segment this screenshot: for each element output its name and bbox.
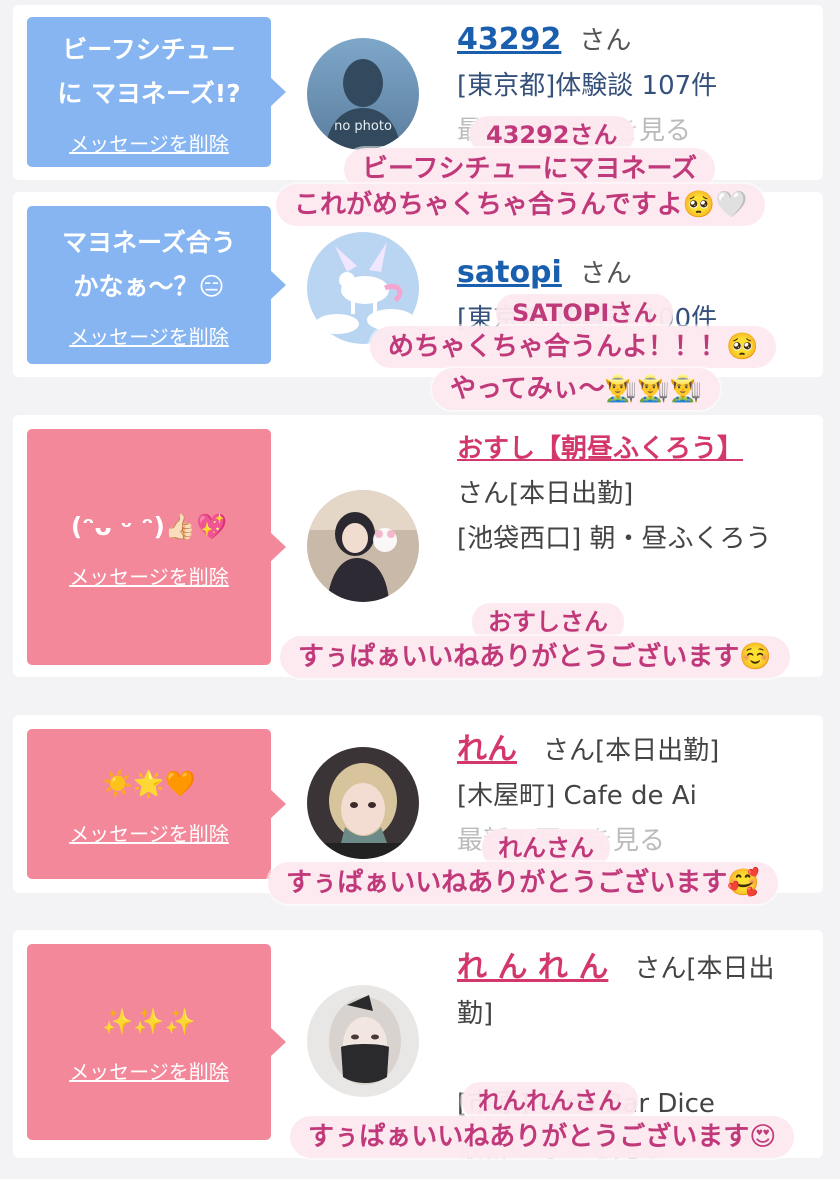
overlay-caption-sticker: これがめちゃくちゃ合うんですよ🥺🤍 [276,184,766,226]
overlay-caption-sticker: やってみぃ〜👨‍🌾👨‍🌾👨‍🌾 [432,368,720,410]
delete-message-link[interactable]: メッセージを削除 [69,561,229,590]
overlay-caption-sticker: すぅぱぁいいねありがとうございます☺️ [280,636,790,678]
svg-text:no photo: no photo [334,119,392,134]
message-text: (ᵔᴗ ᵕ ᵔ)👍🏻💖 [70,511,228,541]
username-link[interactable]: satopi [457,255,562,290]
user-info: おすし【朝昼ふくろう】 さん[本日出勤] [池袋西口] 朝・昼ふくろう [457,427,803,562]
message-text: ビーフシチューに マヨネーズ!? [57,34,241,108]
delete-message-link[interactable]: メッセージを削除 [69,1056,229,1085]
overlay-caption-sticker: めちゃくちゃ合うんよ！！！🥺 [370,326,777,368]
delete-message-link[interactable]: メッセージを削除 [69,818,229,847]
message-bubble: ✨✨✨ メッセージを削除 [27,944,271,1140]
user-detail: [木屋町] Cafe de Ai [457,781,697,811]
message-bubble: (ᵔᴗ ᵕ ᵔ)👍🏻💖 メッセージを削除 [27,429,271,665]
profile-photo-icon [307,985,419,1097]
message-text: マヨネーズ合うかなぁ〜？😑 [62,227,236,301]
overlay-caption-sticker: すぅぱぁいいねありがとうございます😍 [290,1116,795,1158]
profile-photo-icon [307,490,419,602]
overlay-name-sticker: れんれんさん [462,1082,638,1120]
message-bubble: ビーフシチューに マヨネーズ!? メッセージを削除 [27,17,271,167]
user-status: さん[本日出勤] [457,479,634,509]
username-link[interactable]: 43292 [457,22,561,57]
message-text: ☀️🌟🧡 [102,768,196,798]
message-bubble: マヨネーズ合うかなぁ〜？😑 メッセージを削除 [27,206,271,364]
profile-photo-icon [307,747,419,859]
overlay-caption-sticker: すぅぱぁいいねありがとうございます🥰 [268,862,778,904]
delete-message-link[interactable]: メッセージを削除 [69,128,229,157]
user-detail: [東京都]体験談 107件 [457,71,718,101]
user-status: さん[本日出勤] [543,736,720,766]
avatar[interactable] [307,490,419,602]
no-photo-avatar-icon: no photo [307,38,419,150]
avatar[interactable] [307,985,419,1097]
message-bubble: ☀️🌟🧡 メッセージを削除 [27,729,271,879]
username-link[interactable]: れん [457,732,517,767]
message-text: ✨✨✨ [102,1006,196,1036]
username-link[interactable]: おすし【朝昼ふくろう】 [457,434,743,464]
avatar[interactable]: no photo [307,38,419,150]
delete-message-link[interactable]: メッセージを削除 [69,321,229,350]
user-detail: [池袋西口] 朝・昼ふくろう [457,524,772,554]
honorific: さん [579,26,632,56]
honorific: さん [579,259,632,289]
avatar[interactable] [307,747,419,859]
username-link[interactable]: れ ん れ ん [457,950,608,985]
